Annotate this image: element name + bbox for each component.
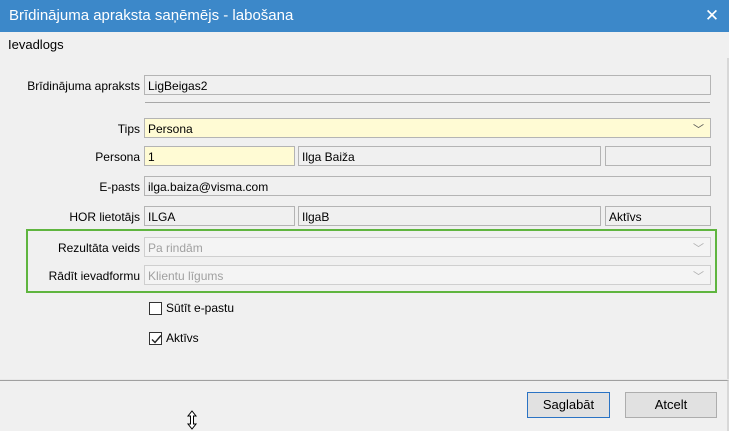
tab-ievadlogs[interactable]: Ievadlogs — [8, 37, 64, 52]
show-form-value: Klientu līgums — [148, 269, 224, 283]
active-checkbox[interactable] — [149, 332, 162, 345]
resize-cursor-icon — [186, 410, 198, 430]
hor-status-field: Aktīvs — [605, 206, 711, 226]
description-label: Brīdinājuma apraksts — [27, 79, 140, 93]
person-name-field: Ilga Baiža — [298, 146, 601, 166]
cancel-button[interactable]: Atcelt — [625, 392, 717, 418]
person-name-value: Ilga Baiža — [302, 150, 355, 164]
separator — [145, 102, 710, 103]
hor-status-value: Aktīvs — [609, 210, 642, 224]
hor-login-value: IlgaB — [302, 210, 330, 224]
description-field[interactable]: LigBeigas2 — [144, 75, 711, 95]
result-type-select[interactable]: Pa rindām ﹀ — [144, 237, 711, 257]
person-extra-field — [605, 146, 711, 166]
chevron-down-icon: ﹀ — [693, 271, 704, 283]
result-type-value: Pa rindām — [148, 241, 203, 255]
person-label: Persona — [95, 150, 140, 164]
email-label: E-pasts — [99, 180, 140, 194]
close-icon[interactable]: ✕ — [695, 0, 729, 32]
type-label: Tips — [117, 122, 140, 136]
hor-user-field[interactable]: ILGA — [144, 206, 295, 226]
type-select[interactable]: Persona ﹀ — [144, 118, 711, 138]
dialog-footer: Saglabāt Atcelt — [0, 380, 729, 431]
email-field[interactable]: ilga.baiza@visma.com — [144, 176, 711, 196]
send-email-label: Sūtīt e-pastu — [166, 301, 235, 315]
window-title: Brīdinājuma apraksta saņēmējs - labošana — [9, 7, 294, 24]
title-bar: Brīdinājuma apraksta saņēmējs - labošana… — [0, 0, 729, 32]
hor-user-value: ILGA — [148, 210, 176, 224]
description-value: LigBeigas2 — [148, 79, 208, 93]
hor-login-field: IlgaB — [298, 206, 601, 226]
active-label: Aktīvs — [166, 331, 199, 345]
type-value: Persona — [148, 122, 193, 136]
show-form-select[interactable]: Klientu līgums ﹀ — [144, 265, 711, 285]
hor-user-label: HOR lietotājs — [69, 210, 140, 224]
chevron-down-icon: ﹀ — [693, 243, 704, 255]
tab-strip: Ievadlogs — [0, 32, 729, 58]
show-form-label: Rādīt ievadformu — [48, 269, 140, 283]
send-email-checkbox[interactable] — [149, 302, 162, 315]
person-code-value: 1 — [148, 150, 155, 164]
email-value: ilga.baiza@visma.com — [148, 180, 269, 194]
chevron-down-icon: ﹀ — [693, 124, 704, 136]
form-panel: Brīdinājuma apraksts LigBeigas2 Tips Per… — [0, 58, 729, 379]
checkmark-icon — [151, 335, 162, 344]
person-code-field[interactable]: 1 — [144, 146, 295, 166]
save-button[interactable]: Saglabāt — [527, 392, 610, 418]
result-type-label: Rezultāta veids — [57, 241, 140, 255]
